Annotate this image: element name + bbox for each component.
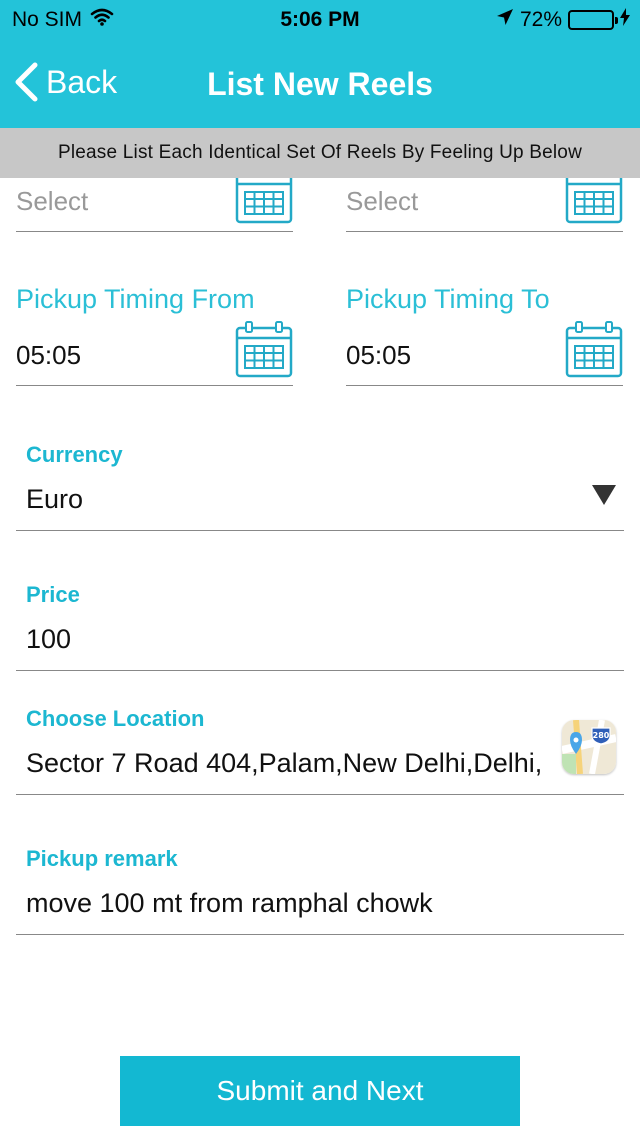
status-bar: No SIM 5:06 PM 72% bbox=[0, 0, 640, 40]
nav-bar: Back List New Reels bbox=[0, 40, 640, 128]
pickup-to-label: Pickup Timing To bbox=[346, 284, 550, 314]
pickup-to-field[interactable]: 05:05 bbox=[346, 321, 623, 386]
location-label: Choose Location bbox=[26, 706, 205, 731]
battery-nub bbox=[615, 17, 618, 24]
pickup-from-value: 05:05 bbox=[16, 340, 82, 370]
remark-label: Pickup remark bbox=[26, 846, 178, 871]
pickup-from-label: Pickup Timing From bbox=[16, 284, 255, 314]
location-arrow-icon bbox=[496, 8, 514, 32]
currency-dropdown[interactable]: Currency Euro bbox=[16, 430, 624, 531]
battery-percent: 72% bbox=[519, 8, 562, 31]
battery-icon bbox=[568, 10, 618, 30]
charging-bolt-icon bbox=[620, 8, 630, 32]
currency-value: Euro bbox=[26, 484, 84, 514]
map-badge-number: 280 bbox=[593, 731, 610, 740]
page-title: List New Reels bbox=[207, 66, 433, 102]
pickup-to-value: 05:05 bbox=[346, 340, 412, 370]
calendar-icon[interactable] bbox=[565, 320, 623, 383]
remark-field[interactable]: Pickup remark move 100 mt from ramphal c… bbox=[16, 834, 624, 935]
price-label: Price bbox=[26, 582, 80, 607]
submit-next-button[interactable]: Submit and Next bbox=[120, 1056, 520, 1126]
date-select-right[interactable]: Select bbox=[346, 172, 623, 232]
dropdown-arrow-icon[interactable] bbox=[592, 485, 616, 505]
instruction-banner-overlay: Please List Each Identical Set Of Reels … bbox=[0, 128, 640, 178]
location-field[interactable]: Choose Location Sector 7 Road 404,Palam,… bbox=[16, 694, 624, 795]
location-value: Sector 7 Road 404,Palam,New Delhi,Delhi, bbox=[26, 748, 543, 778]
map-icon[interactable]: 280 bbox=[562, 720, 616, 774]
price-value: 100 bbox=[26, 624, 72, 654]
price-field[interactable]: Price 100 bbox=[16, 570, 624, 671]
top-bar: No SIM 5:06 PM 72% Back List New Reels bbox=[0, 0, 640, 128]
pickup-from-field[interactable]: 05:05 bbox=[16, 321, 293, 386]
status-right: 72% bbox=[496, 8, 630, 32]
date-left-placeholder: Select bbox=[16, 186, 89, 216]
date-right-placeholder: Select bbox=[346, 186, 419, 216]
remark-value: move 100 mt from ramphal chowk bbox=[26, 888, 433, 918]
date-select-left[interactable]: Select bbox=[16, 172, 293, 232]
calendar-icon[interactable] bbox=[235, 320, 293, 383]
currency-label: Currency bbox=[26, 442, 123, 467]
